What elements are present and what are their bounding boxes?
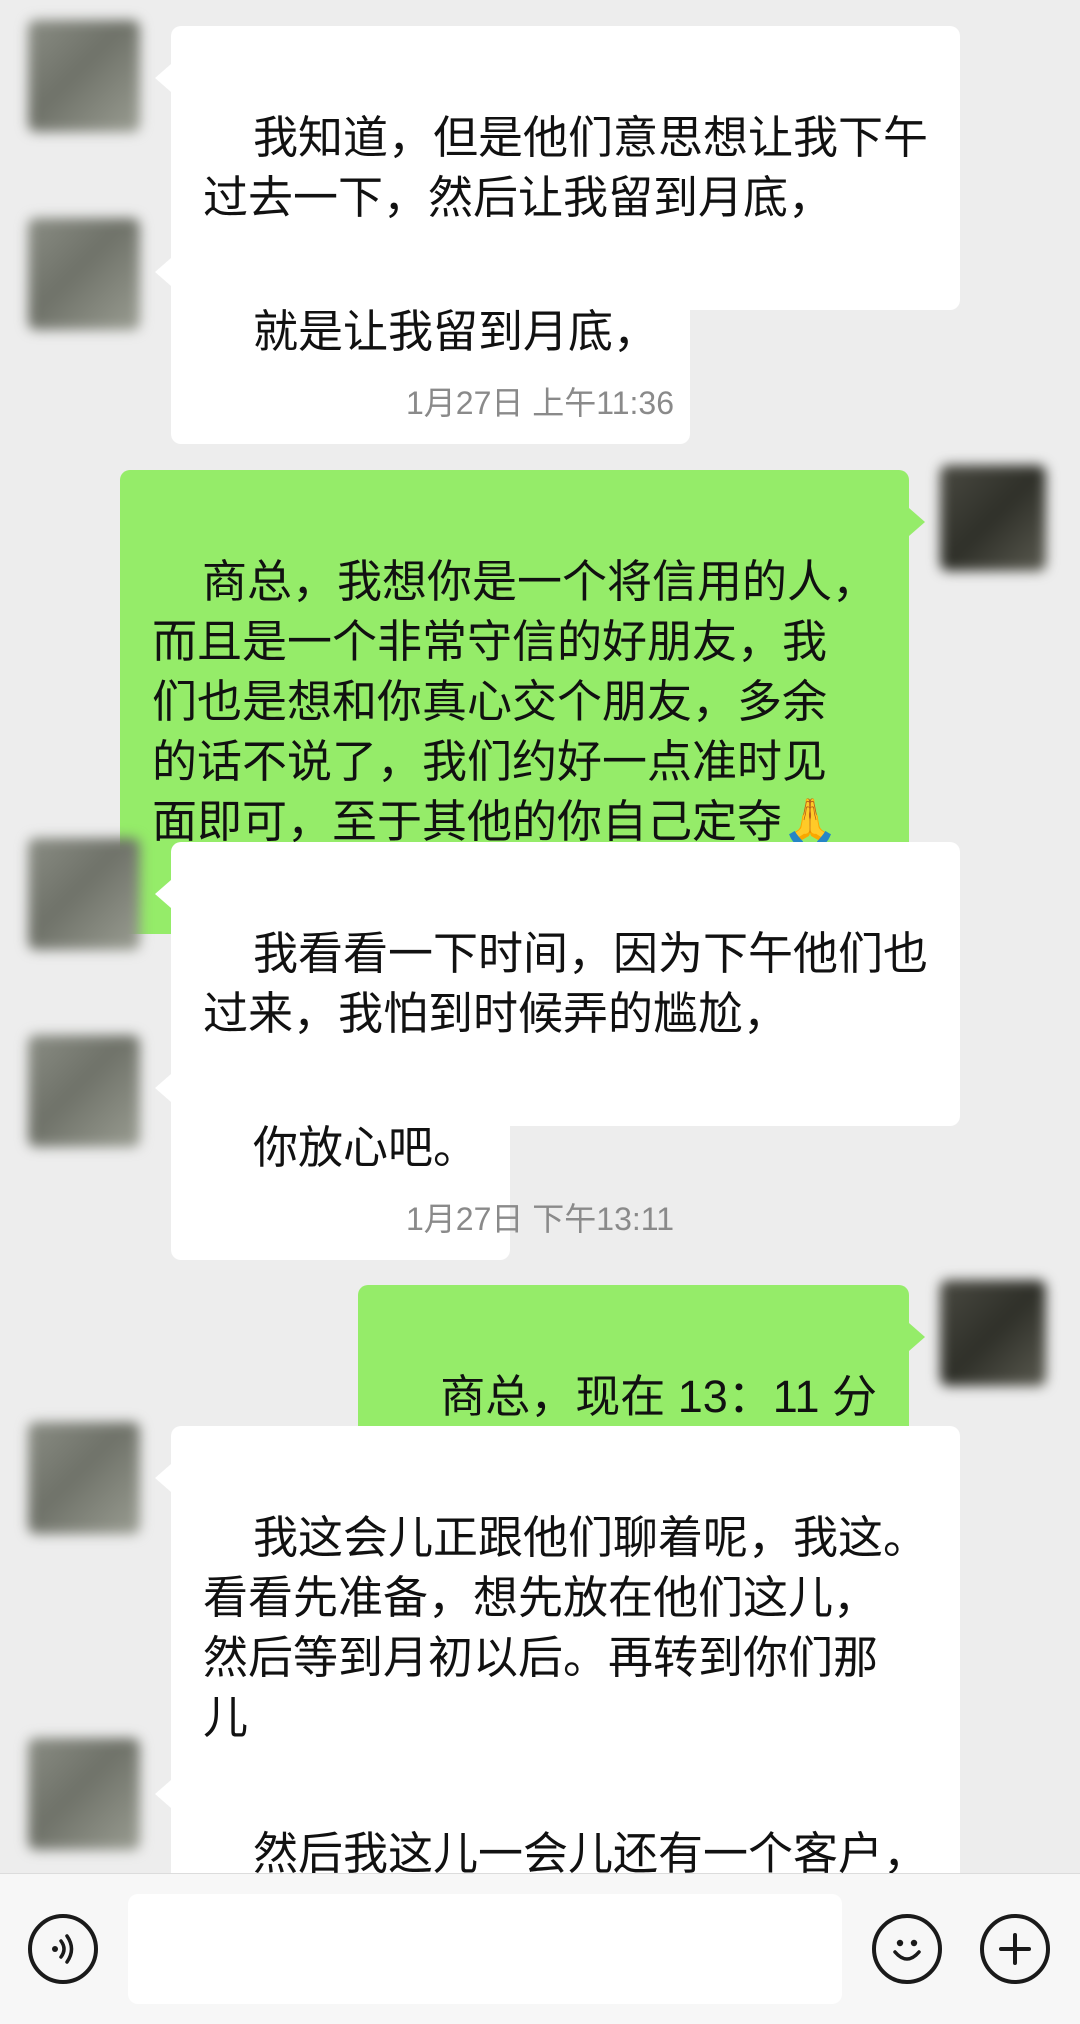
contact-avatar[interactable] <box>28 1422 140 1534</box>
voice-wave-icon <box>52 1934 74 1964</box>
more-options-button[interactable] <box>980 1914 1050 1984</box>
emoji-button[interactable] <box>872 1914 942 1984</box>
message-input[interactable] <box>128 1894 842 2004</box>
input-bar <box>0 1873 1080 2024</box>
message-text: 我这会儿正跟他们聊着呢，我这。 看看先准备，想先放在他们这儿， 然后等到月初以后… <box>203 1512 929 1743</box>
contact-avatar[interactable] <box>28 218 140 330</box>
message-text: 商总，我想你是一个将信用的人， 而且是一个非常守信的好朋友，我 们也是想和你真心… <box>151 556 877 847</box>
my-avatar[interactable] <box>940 1280 1046 1386</box>
smiley-icon <box>893 1939 921 1961</box>
message-text: 然后我这儿一会儿还有一个客户， 然后呢，他一会儿要过来，这这两 <box>253 1828 929 1873</box>
contact-avatar[interactable] <box>28 838 140 950</box>
contact-avatar[interactable] <box>28 1035 140 1147</box>
contact-avatar[interactable] <box>28 1738 140 1850</box>
plus-icon <box>999 1933 1031 1965</box>
message-text: 就是让我留到月底， <box>253 306 659 357</box>
my-avatar[interactable] <box>940 465 1046 571</box>
voice-input-button[interactable] <box>28 1914 98 1984</box>
chat-area[interactable]: 我知道，但是他们意思想让我下午 过去一下，然后让我留到月底， 就是让我留到月底，… <box>0 0 1080 1873</box>
pray-emoji: 🙏 <box>781 796 839 847</box>
message-text: 商总，现在 13：11 分 <box>440 1371 877 1422</box>
message-text: 我知道，但是他们意思想让我下午 过去一下，然后让我留到月底， <box>203 112 929 223</box>
contact-avatar[interactable] <box>28 20 140 132</box>
message-timestamp: 1月27日 下午13:11 <box>406 1201 674 1237</box>
message-timestamp: 1月27日 上午11:36 <box>406 385 674 421</box>
message-text: 我看看一下时间，因为下午他们也 过来，我怕到时候弄的尴尬， <box>203 928 929 1039</box>
received-message: 然后我这儿一会儿还有一个客户， 然后呢，他一会儿要过来，这这两 <box>154 1742 961 1873</box>
message-text: 你放心吧。 <box>253 1122 479 1173</box>
